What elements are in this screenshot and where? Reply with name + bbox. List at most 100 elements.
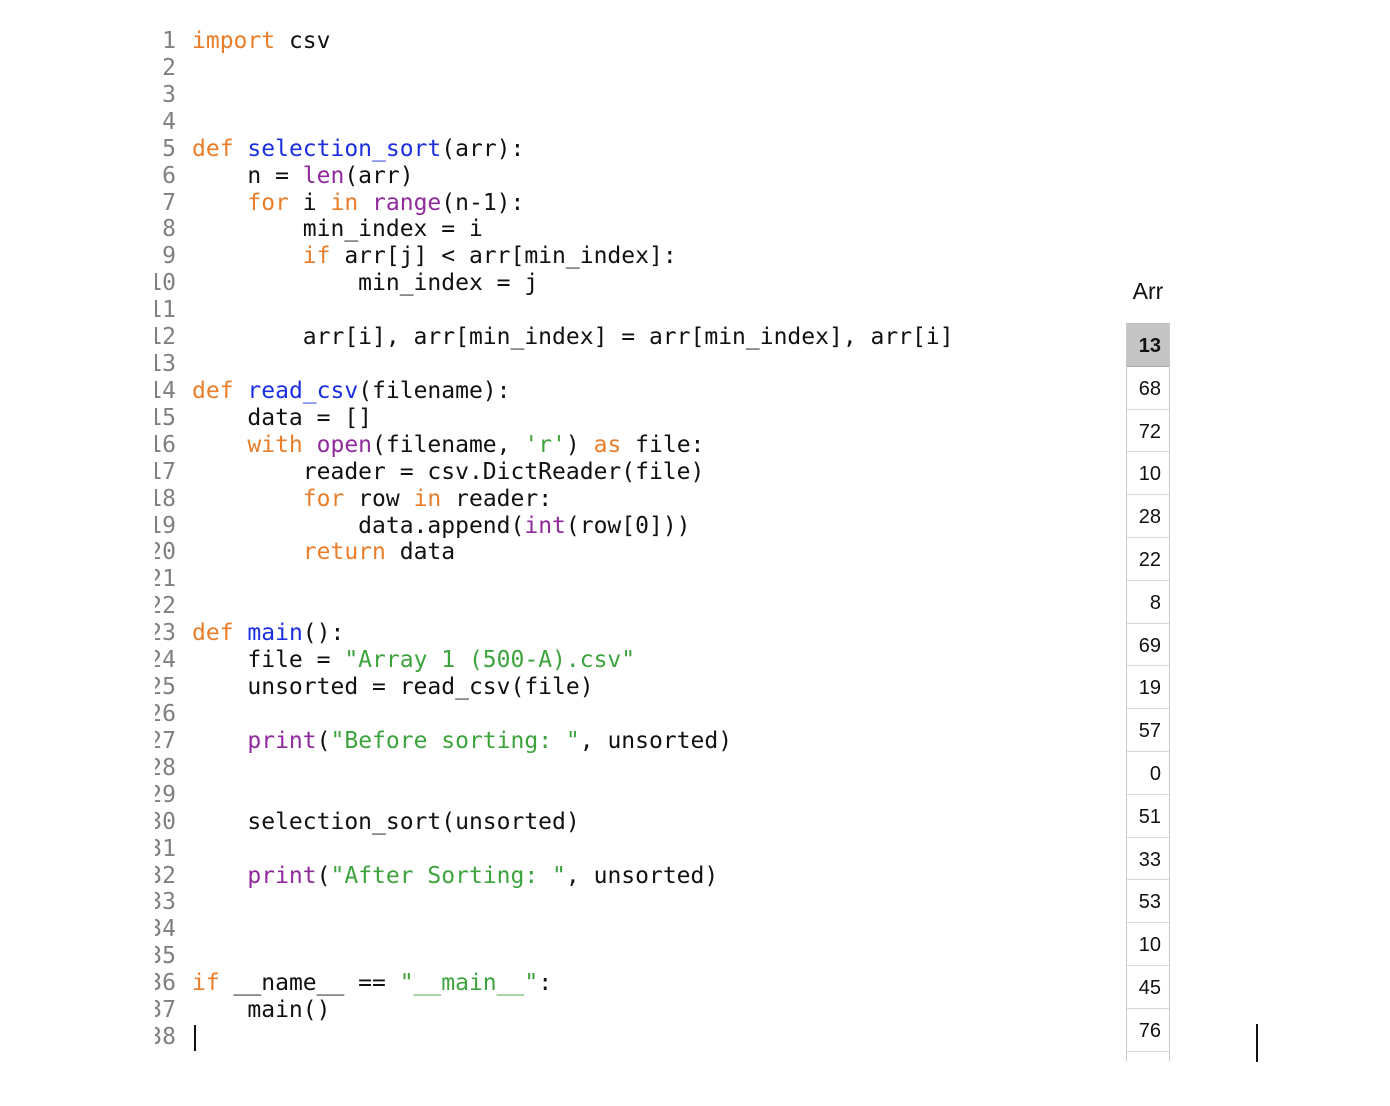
- code-line[interactable]: 20 return data: [0, 539, 1080, 566]
- cell[interactable]: 51: [1127, 795, 1169, 838]
- code-line[interactable]: 30 selection_sort(unsorted): [0, 809, 1080, 836]
- code-text: print("Before sorting: ", unsorted): [192, 728, 732, 755]
- code-line[interactable]: 10 min_index = j: [0, 270, 1080, 297]
- token-str: 'r': [524, 431, 566, 458]
- line-number: 30: [155, 809, 176, 836]
- line-number: 34: [155, 916, 176, 943]
- code-line[interactable]: 2: [0, 55, 1080, 82]
- cell[interactable]: 19: [1127, 666, 1169, 710]
- cell[interactable]: 53: [1127, 880, 1169, 924]
- line-number: 6: [130, 163, 176, 190]
- line-number: 14: [155, 378, 176, 405]
- code-line[interactable]: 33: [0, 889, 1080, 916]
- code-line[interactable]: 16 with open(filename, 'r') as file:: [0, 432, 1080, 459]
- code-line[interactable]: 23 def main():: [0, 620, 1080, 647]
- token: min_index = j: [192, 270, 539, 297]
- line-number-text: 13: [155, 351, 176, 378]
- line-number-text: 16: [155, 431, 176, 458]
- cell[interactable]: 33: [1127, 838, 1169, 881]
- code-line[interactable]: 7 for i in range(n-1):: [0, 190, 1080, 217]
- code-line[interactable]: 13: [0, 351, 1080, 378]
- code-line[interactable]: 12 arr[i], arr[min_index] = arr[min_inde…: [0, 324, 1080, 351]
- cell[interactable]: 10: [1127, 452, 1169, 496]
- line-number-text: 5: [162, 135, 176, 162]
- code-line[interactable]: 19 data.append(int(row[0])): [0, 513, 1080, 540]
- token-kw: for: [302, 485, 345, 512]
- line-number-text: 35: [155, 943, 176, 970]
- column-header-arr[interactable]: Arr: [1126, 278, 1170, 305]
- token-kw: in: [413, 485, 442, 512]
- code-line[interactable]: 29: [0, 782, 1080, 809]
- cell[interactable]: 76: [1127, 1009, 1169, 1052]
- code-line[interactable]: 6 n = len(arr): [0, 163, 1080, 190]
- line-number: 25: [155, 674, 176, 701]
- cell[interactable]: 22: [1127, 538, 1169, 581]
- code-line[interactable]: 9 if arr[j] < arr[min_index]:: [0, 243, 1080, 270]
- cell[interactable]: 57: [1127, 709, 1169, 752]
- token-kw: def: [192, 620, 234, 647]
- token-str: "Array 1 (500-A).csv": [344, 647, 636, 674]
- cell[interactable]: 28: [1127, 495, 1169, 538]
- code-line[interactable]: 32 print("After Sorting: ", unsorted): [0, 863, 1080, 890]
- token-fn: main: [247, 620, 303, 647]
- code-line[interactable]: 27 print("Before sorting: ", unsorted): [0, 728, 1080, 755]
- code-text: import csv: [192, 28, 330, 55]
- code-line[interactable]: 36 if __name__ == "__main__":: [0, 970, 1080, 997]
- text-cursor: [1256, 1024, 1258, 1062]
- line-number-text: 11: [155, 297, 176, 324]
- token: file =: [192, 647, 345, 674]
- token-bi: range: [372, 189, 442, 216]
- code-line[interactable]: 34: [0, 916, 1080, 943]
- token: :: [538, 970, 553, 997]
- code-line[interactable]: 17 reader = csv.DictReader(file): [0, 459, 1080, 486]
- token: csv: [275, 28, 331, 54]
- cell[interactable]: 10: [1127, 923, 1169, 966]
- line-number: 26: [155, 701, 176, 728]
- cell[interactable]: 0: [1127, 752, 1169, 795]
- token: row: [344, 485, 414, 512]
- code-line[interactable]: 37 main(): [0, 997, 1080, 1024]
- line-number-text: 22: [155, 593, 176, 620]
- code-line[interactable]: 25 unsorted = read_csv(file): [0, 674, 1080, 701]
- line-number-text: 15: [155, 404, 176, 431]
- line-number-text: 25: [155, 674, 176, 701]
- code-line[interactable]: 4: [0, 109, 1080, 136]
- code-line[interactable]: 31: [0, 836, 1080, 863]
- line-number: 3: [130, 82, 176, 109]
- line-number-text: 32: [155, 862, 176, 889]
- code-line[interactable]: 21: [0, 566, 1080, 593]
- code-line[interactable]: 14 def read_csv(filename):: [0, 378, 1080, 405]
- code-line[interactable]: 24 file = "Array 1 (500-A).csv": [0, 647, 1080, 674]
- token: (arr): [344, 162, 414, 189]
- code-line[interactable]: 26: [0, 701, 1080, 728]
- cell[interactable]: 72: [1127, 410, 1169, 453]
- code-text: min_index = j: [192, 270, 538, 297]
- line-number-text: 38: [155, 1024, 176, 1051]
- code-line[interactable]: 1 import csv: [0, 28, 1080, 55]
- code-line[interactable]: 11: [0, 297, 1080, 324]
- token: ): [565, 431, 594, 458]
- code-line[interactable]: 28: [0, 755, 1080, 782]
- line-number: 37: [155, 997, 176, 1024]
- cell[interactable]: 69: [1127, 624, 1169, 667]
- token-str: "__main__": [399, 970, 539, 997]
- line-number: 11: [155, 297, 176, 324]
- line-number: 27: [155, 728, 176, 755]
- line-number-text: 29: [155, 781, 176, 808]
- line-number: 20: [155, 539, 176, 566]
- code-line[interactable]: 35: [0, 943, 1080, 970]
- code-line[interactable]: 15 data = []: [0, 405, 1080, 432]
- code-line[interactable]: 8 min_index = i: [0, 216, 1080, 243]
- code-line[interactable]: 38: [0, 1024, 1080, 1051]
- code-line[interactable]: 3: [0, 82, 1080, 109]
- line-number: 33: [155, 889, 176, 916]
- cell[interactable]: 68: [1127, 367, 1169, 410]
- code-line[interactable]: 22: [0, 593, 1080, 620]
- cell[interactable]: 45: [1127, 966, 1169, 1009]
- code-line[interactable]: 18 for row in reader:: [0, 486, 1080, 513]
- cell[interactable]: 8: [1127, 581, 1169, 624]
- code-editor[interactable]: 1 import csv 2 3 4 5 def selection_sort(arr): 6…: [0, 28, 1080, 1088]
- code-line[interactable]: 5 def selection_sort(arr):: [0, 136, 1080, 163]
- selected-cell[interactable]: 13: [1127, 324, 1169, 367]
